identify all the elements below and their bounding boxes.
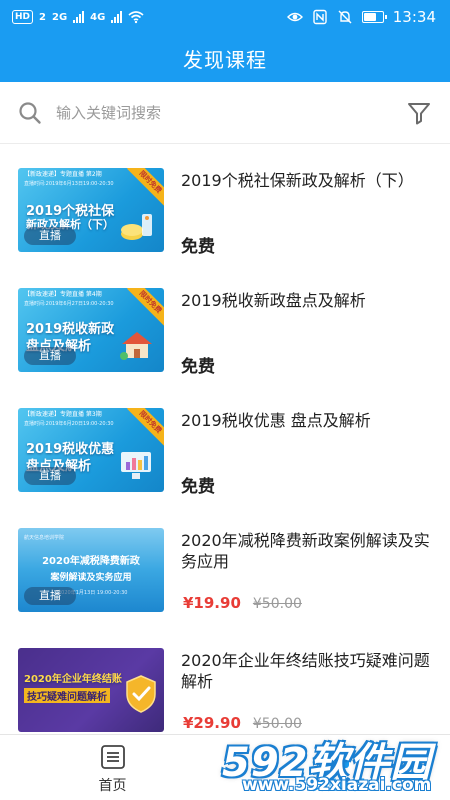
thumb-schedule: 直播时间:2019年6月20日19:00-20:30: [24, 421, 114, 427]
price-row: ¥19.90 ¥50.00: [183, 594, 302, 612]
live-badge: 直播: [24, 467, 76, 485]
battery-fill: [363, 13, 376, 21]
course-title: 2020年减税降费新政案例解读及实务应用: [181, 531, 430, 571]
wifi-icon: [128, 11, 144, 24]
search-bar: [0, 82, 450, 144]
house-illustration: [120, 332, 152, 360]
original-price: ¥50.00: [252, 596, 302, 612]
course-title: 2019个税社保新政及解析（下）: [181, 171, 414, 190]
course-item[interactable]: 【新政速递】专题直播 第4期 直播时间:2019年6月27日19:00-20:3…: [0, 270, 450, 390]
nfc-icon: [313, 9, 327, 25]
thumb-title-line1: 2020年减税降费新政: [42, 556, 140, 567]
course-price: 免费: [181, 477, 215, 497]
course-title: 2020年企业年终结账技巧疑难问题解析: [181, 651, 430, 691]
coins-illustration: [121, 214, 152, 240]
course-item[interactable]: 【新政速递】专题直播 第3期 直播时间:2019年6月20日19:00-20:3…: [0, 390, 450, 510]
live-badge: 直播: [24, 347, 76, 365]
list-icon: [100, 745, 125, 769]
course-item[interactable]: 【新政速递】专题直播 第2期 直播时间:2019年6月13日19:00-20:3…: [0, 150, 450, 270]
thumb-title-line1: 2020年企业年终结账: [24, 674, 122, 685]
course-title: 2019税收优惠 盘点及解析: [181, 411, 371, 430]
status-bar: HD 2 2G 4G 13:34: [0, 0, 450, 36]
limited-free-ribbon: 限时免费: [127, 408, 164, 446]
status-time: 13:34: [392, 8, 436, 26]
search-input[interactable]: [56, 100, 356, 126]
page-title: 发现课程: [183, 48, 267, 72]
tab-home[interactable]: 首页: [0, 735, 225, 800]
thumb-tag: 【新政速递】专题直播 第4期: [24, 291, 102, 298]
filter-icon[interactable]: [406, 100, 432, 126]
course-thumbnail: 【新政速递】专题直播 第4期 直播时间:2019年6月27日19:00-20:3…: [18, 288, 164, 372]
mute-icon: [338, 10, 352, 24]
course-item[interactable]: 航天信息培训学院 2020年减税降费新政 案例解读及实务应用 2020年1月13…: [0, 510, 450, 630]
site-watermark: 592软件园 www.592xiazai.com: [216, 728, 450, 800]
eye-icon: [286, 12, 303, 22]
watermark-url: www.592xiazai.com: [242, 775, 432, 795]
battery-icon: [361, 11, 387, 23]
tab-home-label: 首页: [98, 778, 127, 794]
current-price: ¥19.90: [183, 594, 241, 612]
search-icon[interactable]: [18, 101, 42, 125]
network-4g-label: 4G: [90, 11, 106, 23]
live-badge: 直播: [24, 587, 76, 605]
network-2g-label: 2G: [51, 11, 68, 23]
thumb-title-line2: 案例解读及实务应用: [50, 573, 132, 583]
thumb-title-line2: 技巧疑难问题解析: [24, 688, 110, 703]
status-right: 13:34: [286, 8, 436, 26]
live-badge: 直播: [24, 227, 76, 245]
thumb-tag: 【新政速递】专题直播 第3期: [24, 411, 102, 418]
thumb-schedule: 直播时间:2019年6月13日19:00-20:30: [24, 181, 114, 187]
shield-icon: [126, 675, 156, 713]
signal-icon-2: [111, 11, 123, 23]
limited-free-ribbon: 限时免费: [127, 168, 164, 206]
thumb-schedule: 直播时间:2019年6月27日19:00-20:30: [24, 301, 114, 307]
limited-free-ribbon: 限时免费: [127, 288, 164, 326]
course-price: 免费: [181, 357, 215, 377]
course-price: 免费: [181, 237, 215, 257]
course-title: 2019税收新政盘点及解析: [181, 291, 366, 310]
signal-icon: [73, 11, 85, 23]
sim-number: 2: [39, 11, 46, 23]
course-thumbnail: 2020年企业年终结账 技巧疑难问题解析: [18, 648, 164, 732]
course-thumbnail: 【新政速递】专题直播 第2期 直播时间:2019年6月13日19:00-20:3…: [18, 168, 164, 252]
hd-badge: HD: [12, 10, 34, 24]
status-left: HD 2 2G 4G: [12, 9, 144, 25]
course-thumbnail: 【新政速递】专题直播 第3期 直播时间:2019年6月20日19:00-20:3…: [18, 408, 164, 492]
app-header: HD 2 2G 4G 13:34 发现课程: [0, 0, 450, 82]
course-thumbnail: 航天信息培训学院 2020年减税降费新政 案例解读及实务应用 2020年1月13…: [18, 528, 164, 612]
thumb-org-label: 航天信息培训学院: [24, 535, 65, 541]
thumb-tag: 【新政速递】专题直播 第2期: [24, 171, 102, 178]
chart-illustration: [121, 452, 151, 479]
course-list: 【新政速递】专题直播 第2期 直播时间:2019年6月13日19:00-20:3…: [0, 150, 450, 750]
